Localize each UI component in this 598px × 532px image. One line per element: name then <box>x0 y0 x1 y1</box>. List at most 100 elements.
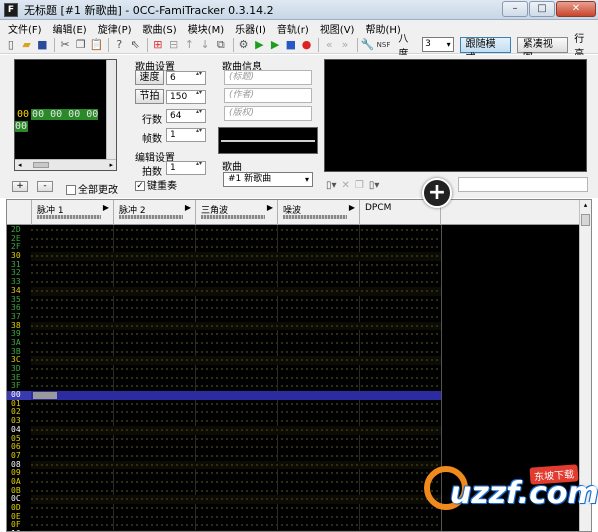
close-button[interactable]: ✕ <box>556 1 596 17</box>
load-instrument-icon[interactable]: ▯▾ <box>369 180 380 191</box>
pattern-row[interactable] <box>31 391 441 400</box>
paste-icon[interactable]: 📋 <box>90 38 104 52</box>
clone-instrument-icon[interactable]: ❐ <box>355 180 364 191</box>
record-icon[interactable]: ● <box>300 38 314 52</box>
maximize-button[interactable]: □ <box>529 1 555 17</box>
pattern-row[interactable] <box>31 469 441 478</box>
help-icon[interactable]: ? <box>112 38 126 52</box>
expand-arrow-icon[interactable]: ▶ <box>349 203 355 212</box>
open-folder-icon[interactable]: ▰ <box>20 38 34 52</box>
remove-instrument-icon[interactable]: ✕ <box>342 180 350 191</box>
pattern-row[interactable] <box>31 504 441 513</box>
nsf-export-icon[interactable]: NSF <box>377 38 391 52</box>
speed-spinner[interactable]: 6 <box>166 70 206 85</box>
step-spinner[interactable]: 1 <box>166 160 206 175</box>
pattern-row[interactable] <box>31 425 441 435</box>
compact-view-button[interactable]: 紧凑视图 <box>516 36 569 64</box>
scroll-left-icon[interactable]: ◂ <box>18 161 22 169</box>
expand-arrow-icon[interactable]: ▶ <box>267 203 273 212</box>
pattern-row[interactable] <box>31 321 441 331</box>
module-properties-icon[interactable]: ⚙ <box>237 38 251 52</box>
pattern-row[interactable] <box>31 304 441 313</box>
pattern-row[interactable] <box>31 243 441 253</box>
move-frame-down-icon[interactable]: ↓ <box>198 38 212 52</box>
add-frame-button[interactable]: + <box>12 181 28 192</box>
instrument-list[interactable] <box>324 59 587 172</box>
next-track-icon[interactable]: » <box>338 38 352 52</box>
tempo-button[interactable]: 节拍 <box>135 89 164 104</box>
previous-track-icon[interactable]: « <box>322 38 336 52</box>
pattern-row[interactable] <box>31 495 441 504</box>
instrument-name-field[interactable] <box>458 177 588 192</box>
pattern-row[interactable] <box>31 312 441 322</box>
key-repeat-checkbox[interactable]: ✓ <box>135 181 145 191</box>
channel-pulse2[interactable]: 脉冲 2 ▶ <box>113 200 195 225</box>
rows-spinner[interactable]: 64 <box>166 108 206 123</box>
play-icon[interactable]: ▶ <box>252 38 266 52</box>
frame-vertical-scrollbar[interactable] <box>106 60 116 160</box>
menu-instrument[interactable]: 乐器(I) <box>235 21 266 36</box>
expand-arrow-icon[interactable]: ▶ <box>185 203 191 212</box>
frame-editor[interactable]: 00 00 00 00 00 00 ◂ ▸ <box>14 59 117 171</box>
frames-spinner[interactable]: 1 <box>166 127 206 142</box>
duplicate-frame-icon[interactable]: ⧉ <box>214 38 228 52</box>
follow-mode-button[interactable]: 跟随模式 <box>459 36 511 64</box>
pattern-row[interactable] <box>31 408 441 418</box>
pattern-grid[interactable] <box>31 226 441 531</box>
pattern-row[interactable] <box>31 451 441 461</box>
pattern-row[interactable] <box>31 356 441 365</box>
pattern-row[interactable] <box>31 477 441 487</box>
pattern-row[interactable] <box>31 338 441 348</box>
scroll-right-icon[interactable]: ▸ <box>109 161 113 169</box>
move-frame-up-icon[interactable]: ↑ <box>182 38 196 52</box>
pattern-row[interactable] <box>31 399 441 409</box>
save-icon[interactable]: ■ <box>36 38 50 52</box>
song-name-field[interactable]: (标题) <box>224 70 312 85</box>
octave-select[interactable]: 3 <box>422 37 454 52</box>
waveform-visualizer[interactable] <box>218 127 318 154</box>
pattern-row[interactable] <box>31 443 441 452</box>
settings-icon[interactable]: 🔧 <box>361 38 375 52</box>
change-all-option[interactable]: 全部更改 <box>66 181 118 196</box>
key-repeat-option[interactable]: ✓ 键重奏 <box>135 177 177 192</box>
cut-icon[interactable]: ✂ <box>58 38 72 52</box>
pattern-row[interactable] <box>31 434 441 444</box>
new-instrument-icon[interactable]: ▯▾ <box>326 180 337 191</box>
remove-frame-button[interactable]: - <box>37 181 53 192</box>
frame-horizontal-scrollbar[interactable]: ◂ ▸ <box>15 159 116 170</box>
speed-button[interactable]: 速度 <box>135 70 164 85</box>
minimize-button[interactable]: – <box>502 1 528 17</box>
channel-triangle[interactable]: 三角波 ▶ <box>195 200 277 225</box>
song-artist-field[interactable]: (作者) <box>224 88 312 103</box>
menu-pattern[interactable]: 旋律(P) <box>98 21 132 36</box>
remove-frame-icon[interactable]: ⊟ <box>167 38 181 52</box>
pattern-row[interactable] <box>31 521 441 531</box>
menu-song[interactable]: 歌曲(S) <box>143 21 177 36</box>
pattern-row[interactable] <box>31 286 441 296</box>
pattern-row[interactable] <box>31 226 441 235</box>
play-loop-icon[interactable]: ▶ <box>268 38 282 52</box>
pattern-row[interactable] <box>31 269 441 279</box>
song-copyright-field[interactable]: (版权) <box>224 106 312 121</box>
menu-module[interactable]: 模块(M) <box>188 21 224 36</box>
pattern-row[interactable] <box>31 373 441 383</box>
scroll-up-icon[interactable]: ▴ <box>580 200 591 211</box>
channel-noise[interactable]: 噪波 ▶ <box>277 200 359 225</box>
menu-edit[interactable]: 编辑(E) <box>53 21 87 36</box>
new-file-icon[interactable]: ▯ <box>4 38 18 52</box>
pattern-row[interactable] <box>31 382 441 392</box>
tempo-spinner[interactable]: 150 <box>166 89 206 104</box>
expand-arrow-icon[interactable]: ▶ <box>103 203 109 212</box>
pattern-row[interactable] <box>31 295 441 305</box>
pattern-row[interactable] <box>31 512 441 522</box>
pattern-row[interactable] <box>31 486 441 496</box>
copy-icon[interactable]: ❐ <box>74 38 88 52</box>
pattern-row[interactable] <box>31 278 441 287</box>
pattern-row[interactable] <box>31 460 441 470</box>
menu-view[interactable]: 视图(V) <box>320 21 355 36</box>
pattern-row[interactable] <box>31 365 441 374</box>
menu-file[interactable]: 文件(F) <box>8 21 42 36</box>
insert-frame-icon[interactable]: ⊞ <box>151 38 165 52</box>
frame-row[interactable]: 00 00 00 00 00 00 <box>15 109 108 132</box>
menu-track[interactable]: 音轨(r) <box>277 21 309 36</box>
